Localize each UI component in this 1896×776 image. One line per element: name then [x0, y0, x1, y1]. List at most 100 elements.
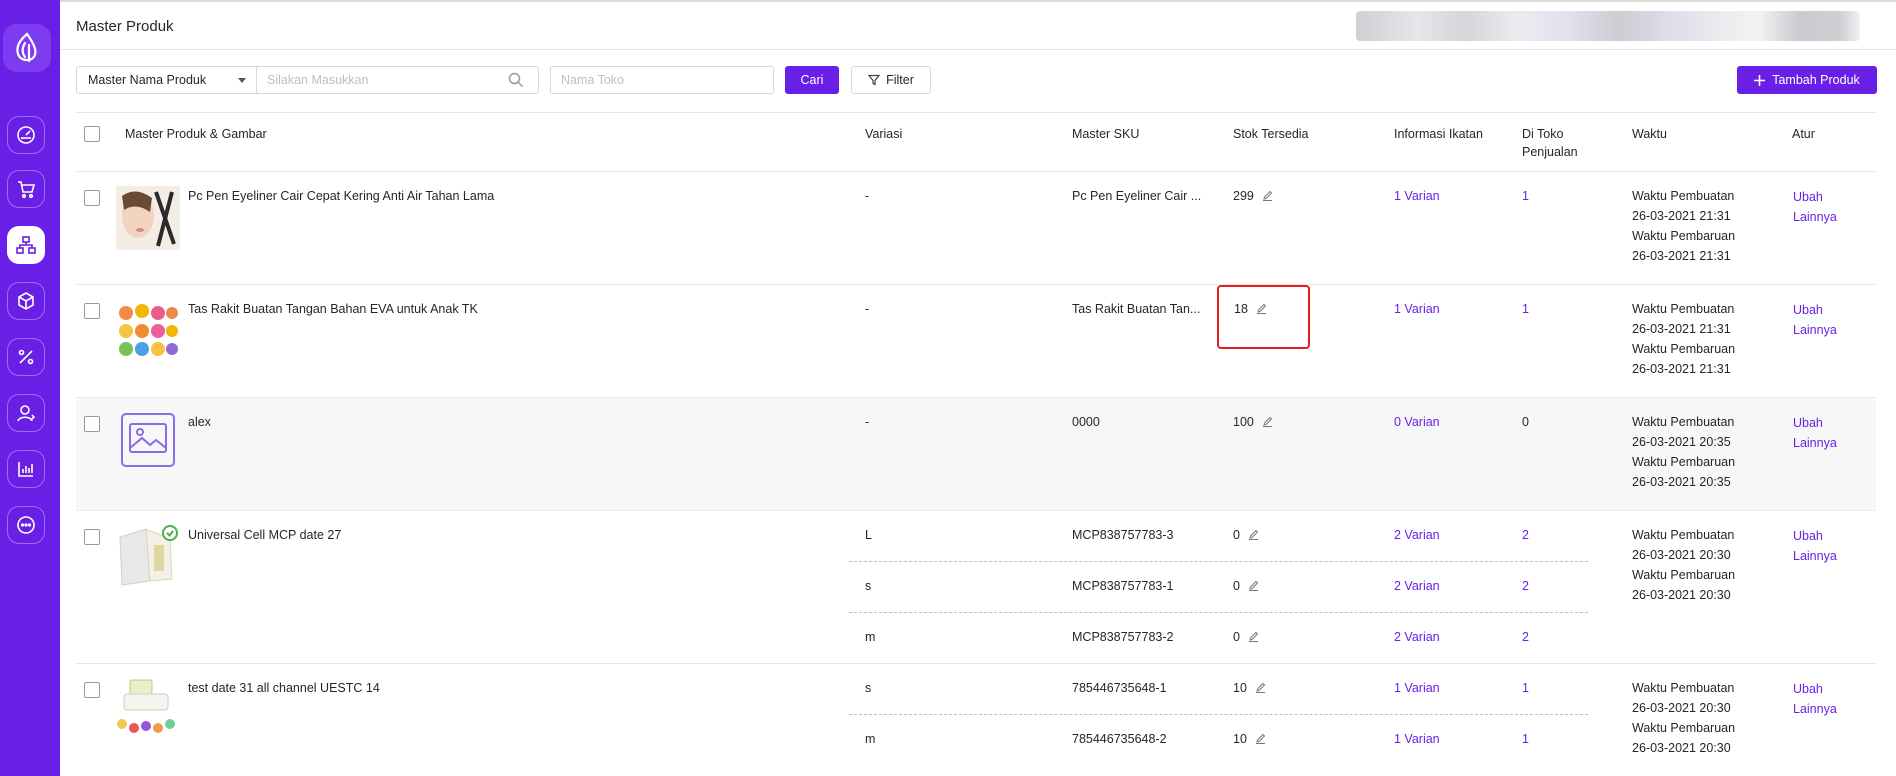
- variant-divider: [849, 612, 1588, 613]
- stock-cell: 100: [1233, 412, 1273, 433]
- search-input[interactable]: [256, 66, 539, 94]
- table-row: Universal Cell MCP date 27 L MCP83875778…: [76, 511, 1876, 664]
- created-time: 26-03-2021 20:30: [1632, 701, 1731, 715]
- row-checkbox[interactable]: [84, 529, 100, 545]
- plus-icon: [1754, 74, 1766, 86]
- stock-value: 10: [1233, 681, 1247, 695]
- brand-logo-icon[interactable]: [3, 24, 51, 72]
- nav-reports-button[interactable]: [7, 450, 45, 488]
- percent-icon: [18, 349, 34, 365]
- store-name-input[interactable]: [550, 66, 774, 94]
- add-product-label: Tambah Produk: [1772, 73, 1860, 87]
- column-header-actions: Atur: [1792, 127, 1815, 141]
- sku-value: MCP838757783-2: [1072, 630, 1174, 644]
- binding-link[interactable]: 1 Varian: [1394, 678, 1440, 698]
- variant-value: m: [865, 630, 876, 644]
- stock-value: 100: [1233, 415, 1254, 429]
- more-link[interactable]: Lainnya: [1793, 433, 1837, 453]
- nav-inventory-button[interactable]: [7, 282, 45, 320]
- row-checkbox[interactable]: [84, 190, 100, 206]
- variant-value: L: [865, 528, 872, 542]
- stores-link[interactable]: 1: [1522, 729, 1529, 749]
- column-header-variant: Variasi: [865, 127, 903, 141]
- placeholder-image-icon[interactable]: [120, 412, 176, 468]
- edit-link[interactable]: Ubah: [1793, 679, 1823, 699]
- nav-dashboard-button[interactable]: [7, 116, 45, 154]
- edit-pencil-icon[interactable]: [1248, 577, 1259, 597]
- nav-chat-button[interactable]: [7, 506, 45, 544]
- sku-value: 785446735648-2: [1072, 732, 1167, 746]
- product-image[interactable]: [116, 299, 180, 363]
- binding-link[interactable]: 0 Varian: [1394, 412, 1440, 432]
- more-link[interactable]: Lainnya: [1793, 699, 1837, 719]
- search-field-select[interactable]: Master Nama Produk: [76, 66, 256, 94]
- binding-link[interactable]: 1 Varian: [1394, 729, 1440, 749]
- stores-link[interactable]: 1: [1522, 186, 1529, 206]
- product-image[interactable]: [116, 678, 180, 742]
- edit-pencil-icon[interactable]: [1262, 187, 1273, 207]
- more-link[interactable]: Lainnya: [1793, 546, 1837, 566]
- row-checkbox[interactable]: [84, 416, 100, 432]
- row-checkbox[interactable]: [84, 682, 100, 698]
- stores-link[interactable]: 2: [1522, 525, 1529, 545]
- binding-link[interactable]: 2 Varian: [1394, 576, 1440, 596]
- stores-link[interactable]: 1: [1522, 299, 1529, 319]
- top-bar: Master Produk: [60, 0, 1896, 50]
- binding-link[interactable]: 2 Varian: [1394, 627, 1440, 647]
- updated-time: 26-03-2021 21:31: [1632, 362, 1731, 376]
- updated-label: Waktu Pembaruan: [1632, 455, 1736, 469]
- nav-products-button[interactable]: [7, 226, 45, 264]
- more-link[interactable]: Lainnya: [1793, 207, 1837, 227]
- variant-value: -: [865, 415, 870, 429]
- binding-link[interactable]: 1 Varian: [1394, 299, 1440, 319]
- created-time: 26-03-2021 20:30: [1632, 548, 1731, 562]
- stock-cell: 0: [1233, 525, 1259, 546]
- add-product-button[interactable]: Tambah Produk: [1737, 66, 1877, 94]
- edit-link[interactable]: Ubah: [1793, 300, 1823, 320]
- edit-pencil-icon[interactable]: [1248, 526, 1259, 546]
- select-all-checkbox[interactable]: [84, 126, 100, 142]
- edit-pencil-icon[interactable]: [1248, 628, 1259, 648]
- caret-down-icon: [238, 78, 246, 83]
- created-label: Waktu Pembuatan: [1632, 189, 1735, 203]
- column-header-product: Master Produk & Gambar: [125, 127, 267, 141]
- stores-link[interactable]: 2: [1522, 627, 1529, 647]
- updated-time: 26-03-2021 20:30: [1632, 588, 1731, 602]
- sku-value: 0000: [1072, 415, 1100, 429]
- edit-pencil-icon[interactable]: [1255, 730, 1266, 750]
- nav-orders-button[interactable]: [7, 170, 45, 208]
- variant-value: m: [865, 732, 876, 746]
- filter-button[interactable]: Filter: [851, 66, 931, 94]
- updated-label: Waktu Pembaruan: [1632, 229, 1736, 243]
- binding-link[interactable]: 1 Varian: [1394, 186, 1440, 206]
- edit-link[interactable]: Ubah: [1793, 526, 1823, 546]
- stock-value: 0: [1233, 630, 1240, 644]
- variant-divider: [849, 561, 1588, 562]
- binding-link[interactable]: 2 Varian: [1394, 525, 1440, 545]
- box-icon: [18, 292, 34, 310]
- updated-label: Waktu Pembaruan: [1632, 721, 1736, 735]
- stock-cell: 0: [1233, 627, 1259, 648]
- row-checkbox[interactable]: [84, 303, 100, 319]
- product-image[interactable]: [116, 186, 180, 250]
- product-image[interactable]: [116, 525, 180, 589]
- stores-link[interactable]: 2: [1522, 576, 1529, 596]
- search-button[interactable]: Cari: [785, 66, 839, 94]
- edit-link[interactable]: Ubah: [1793, 187, 1823, 207]
- nav-promotion-button[interactable]: [7, 338, 45, 376]
- edit-link[interactable]: Ubah: [1793, 413, 1823, 433]
- more-link[interactable]: Lainnya: [1793, 320, 1837, 340]
- edit-pencil-icon[interactable]: [1255, 679, 1266, 699]
- sku-value: 785446735648-1: [1072, 681, 1167, 695]
- nav-customers-button[interactable]: [7, 394, 45, 432]
- updated-time: 26-03-2021 21:31: [1632, 249, 1731, 263]
- cart-icon: [18, 181, 36, 199]
- table-row: Tas Rakit Buatan Tangan Bahan EVA untuk …: [76, 285, 1876, 398]
- user-account-area[interactable]: [1356, 11, 1860, 41]
- search-field-select-value: Master Nama Produk: [88, 73, 207, 87]
- sidebar: [0, 0, 60, 776]
- edit-pencil-icon[interactable]: [1262, 413, 1273, 433]
- search-icon[interactable]: [508, 72, 524, 91]
- stores-link[interactable]: 1: [1522, 678, 1529, 698]
- product-name: Universal Cell MCP date 27: [188, 528, 342, 542]
